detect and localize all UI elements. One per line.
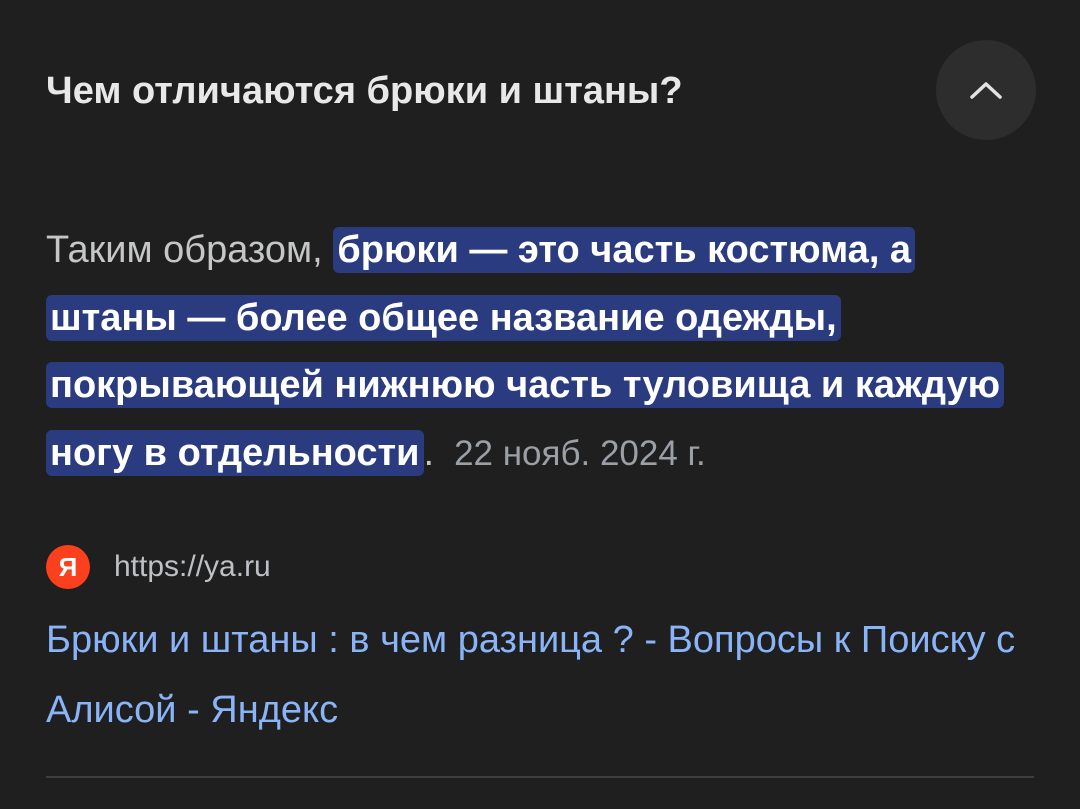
chevron-up-icon <box>969 80 1003 100</box>
answer-trailing: . <box>423 431 435 474</box>
result-title-link[interactable]: Брюки и штаны : в чем разница ? - Вопрос… <box>46 605 1036 745</box>
divider <box>46 776 1034 778</box>
answer-snippet: Таким образом, брюки — это часть костюма… <box>46 217 1036 487</box>
question-row[interactable]: Чем отличаются брюки и штаны? <box>46 40 1036 144</box>
yandex-favicon-icon: Я <box>46 545 90 589</box>
question-title[interactable]: Чем отличаются брюки и штаны? <box>46 70 683 113</box>
source-row[interactable]: Я https://ya.ru <box>46 545 271 589</box>
answer-date: 22 нояб. 2024 г. <box>454 433 706 473</box>
source-url[interactable]: https://ya.ru <box>114 550 271 584</box>
collapse-button[interactable] <box>936 40 1036 140</box>
answer-lead: Таким образом, <box>46 229 323 271</box>
